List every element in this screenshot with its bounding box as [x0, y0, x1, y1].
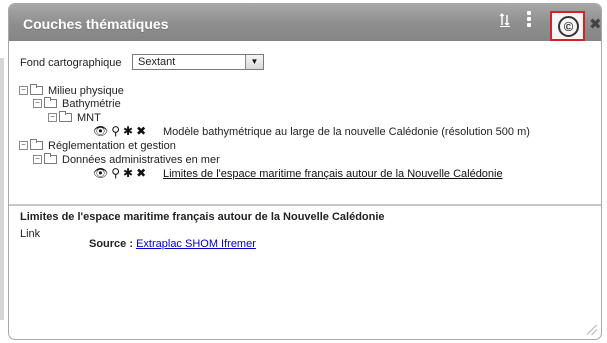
- eye-icon[interactable]: 👁: [93, 124, 108, 138]
- eye-icon[interactable]: 👁: [93, 166, 108, 180]
- collapse-icon[interactable]: −: [19, 141, 28, 150]
- collapse-icon[interactable]: −: [48, 113, 57, 122]
- source-label: Source :: [89, 238, 134, 250]
- link-label: Link: [20, 228, 41, 240]
- chevron-down-icon[interactable]: ▼: [245, 55, 263, 69]
- tree-node-label: Données administratives en mer: [62, 154, 220, 166]
- window-titlebar[interactable]: Couches thématiques © ✖: [9, 4, 601, 41]
- folder-icon: [30, 139, 43, 150]
- folder-icon: [59, 111, 72, 122]
- sort-icon[interactable]: [499, 13, 511, 30]
- basemap-select[interactable]: Sextant ▼: [132, 54, 264, 70]
- zoom-icon[interactable]: ⚲: [111, 124, 120, 138]
- close-icon[interactable]: ✖: [589, 15, 601, 33]
- collapse-icon[interactable]: −: [33, 155, 42, 164]
- window-title: Couches thématiques: [23, 16, 169, 32]
- layer-label-link[interactable]: Limites de l'espace maritime français au…: [163, 168, 503, 180]
- folder-icon: [44, 97, 57, 108]
- source-row: Source : Extraplac SHOM Ifremer: [89, 238, 256, 250]
- basemap-label: Fond cartographique: [20, 57, 122, 69]
- layer-label[interactable]: Modèle bathymétrique au large de la nouv…: [163, 126, 530, 138]
- window-body: Fond cartographique Sextant ▼ − Milieu p…: [9, 41, 601, 339]
- remove-icon[interactable]: ✖: [136, 166, 146, 180]
- basemap-selected-value: Sextant: [138, 56, 176, 68]
- divider: [9, 204, 601, 206]
- layer-actions: 👁 ⚲ ✱ ✖: [93, 124, 149, 138]
- resize-handle[interactable]: [587, 325, 597, 335]
- zoom-icon[interactable]: ⚲: [111, 166, 120, 180]
- collapse-icon[interactable]: −: [19, 86, 28, 95]
- settings-icon[interactable]: ✱: [123, 166, 133, 180]
- source-link[interactable]: Extraplac SHOM Ifremer: [136, 238, 256, 250]
- copyright-button[interactable]: ©: [550, 11, 585, 41]
- layer-actions: 👁 ⚲ ✱ ✖: [93, 166, 149, 180]
- tree-node-label: Milieu physique: [48, 85, 124, 97]
- tree-node-label: Réglementation et gestion: [48, 140, 176, 152]
- remove-icon[interactable]: ✖: [136, 124, 146, 138]
- background-panel-edge: [0, 58, 4, 320]
- drag-grip-icon[interactable]: [527, 11, 533, 29]
- info-title: Limites de l'espace maritime français au…: [20, 211, 385, 223]
- settings-icon[interactable]: ✱: [123, 124, 133, 138]
- page: Couches thématiques © ✖ Fond cartographi…: [0, 0, 607, 343]
- folder-icon: [30, 84, 43, 95]
- copyright-icon: ©: [558, 16, 579, 37]
- tree-node-label: Bathymétrie: [62, 98, 121, 110]
- thematic-layers-window: Couches thématiques © ✖ Fond cartographi…: [8, 3, 602, 340]
- tree-node-label: MNT: [77, 112, 101, 124]
- collapse-icon[interactable]: −: [33, 99, 42, 108]
- folder-icon: [44, 153, 57, 164]
